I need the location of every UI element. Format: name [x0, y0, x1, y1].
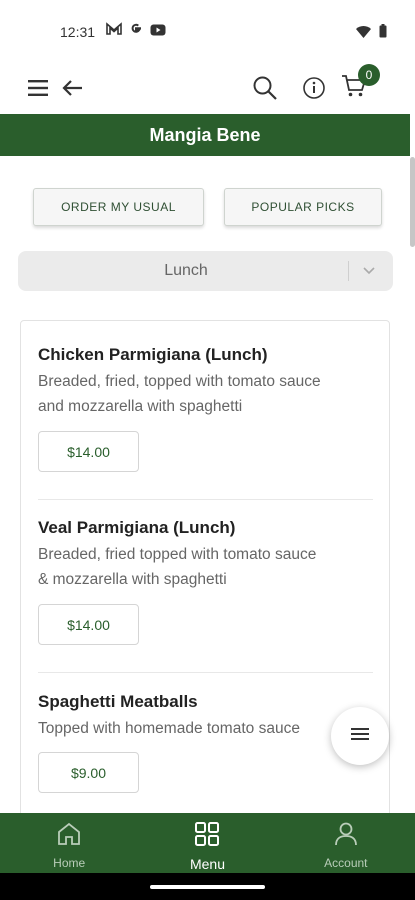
scrollbar[interactable]	[410, 157, 415, 247]
item-divider	[38, 672, 373, 673]
restaurant-title-bar: Mangia Bene	[0, 114, 410, 156]
status-bar: 12:31	[0, 0, 415, 62]
status-time: 12:31	[60, 24, 96, 40]
home-icon	[56, 821, 82, 852]
hamburger-menu-icon[interactable]	[20, 70, 56, 106]
menu-item-name: Veal Parmigiana (Lunch)	[38, 518, 236, 537]
back-arrow-icon[interactable]	[54, 70, 90, 106]
list-icon	[351, 727, 369, 746]
item-divider	[38, 499, 373, 500]
menu-item[interactable]: Chicken Parmigiana (Lunch) Breaded, frie…	[38, 345, 373, 419]
menu-item-description-line: Topped with homemade tomato sauce	[38, 720, 300, 737]
nav-account-label: Account	[324, 856, 368, 870]
nav-home[interactable]: Home	[0, 813, 138, 873]
youtube-icon	[150, 23, 166, 41]
menu-category-value: Lunch	[164, 262, 208, 279]
system-gesture-area	[0, 873, 415, 900]
price-button[interactable]: $14.00	[38, 431, 139, 472]
google-icon	[129, 22, 143, 41]
menu-item-description: Breaded, fried, topped with tomato sauce…	[38, 369, 373, 419]
nav-home-label: Home	[53, 856, 86, 870]
battery-icon	[379, 24, 387, 43]
menu-item-name: Spaghetti Meatballs	[38, 692, 198, 711]
order-my-usual-button[interactable]: ORDER MY USUAL	[33, 188, 204, 226]
nav-account[interactable]: Account	[277, 813, 415, 873]
cart-count-badge: 0	[358, 64, 380, 86]
grid-icon	[194, 821, 220, 852]
restaurant-name: Mangia Bene	[149, 124, 261, 145]
menu-item-description-line: & mozzarella with spaghetti	[38, 571, 227, 588]
account-icon	[333, 821, 359, 852]
menu-item-description-line: and mozzarella with spaghetti	[38, 398, 243, 415]
menu-category-select[interactable]: Lunch	[18, 251, 393, 291]
system-icons	[356, 24, 387, 43]
info-icon[interactable]	[296, 70, 332, 106]
price-button[interactable]: $9.00	[38, 752, 139, 793]
app-bar: 0	[0, 62, 415, 114]
menu-item[interactable]: Veal Parmigiana (Lunch) Breaded, fried t…	[38, 518, 373, 592]
cart-button[interactable]: 0	[336, 64, 380, 106]
nav-menu-label: Menu	[189, 856, 225, 872]
wifi-icon	[356, 25, 371, 43]
chevron-down-icon	[362, 263, 376, 282]
search-icon[interactable]	[247, 70, 283, 106]
menu-item-name: Chicken Parmigiana (Lunch)	[38, 345, 268, 364]
bottom-navigation: Home Menu Account	[0, 813, 415, 873]
menu-item-description-line: Breaded, fried, topped with tomato sauce	[38, 373, 321, 390]
menu-item-description: Breaded, fried topped with tomato sauce …	[38, 542, 373, 592]
nav-menu[interactable]: Menu	[138, 813, 276, 873]
floating-menu-button[interactable]	[331, 707, 389, 765]
price-button[interactable]: $14.00	[38, 604, 139, 645]
popular-picks-button[interactable]: POPULAR PICKS	[224, 188, 382, 226]
select-divider	[348, 261, 349, 281]
gmail-icon	[106, 22, 122, 41]
menu-item[interactable]: Spaghetti Meatballs Topped with homemade…	[38, 692, 373, 741]
menu-item-description: Topped with homemade tomato sauce	[38, 716, 373, 741]
gesture-handle[interactable]	[150, 885, 265, 889]
menu-item-description-line: Breaded, fried topped with tomato sauce	[38, 546, 317, 563]
notification-icons	[106, 22, 166, 41]
